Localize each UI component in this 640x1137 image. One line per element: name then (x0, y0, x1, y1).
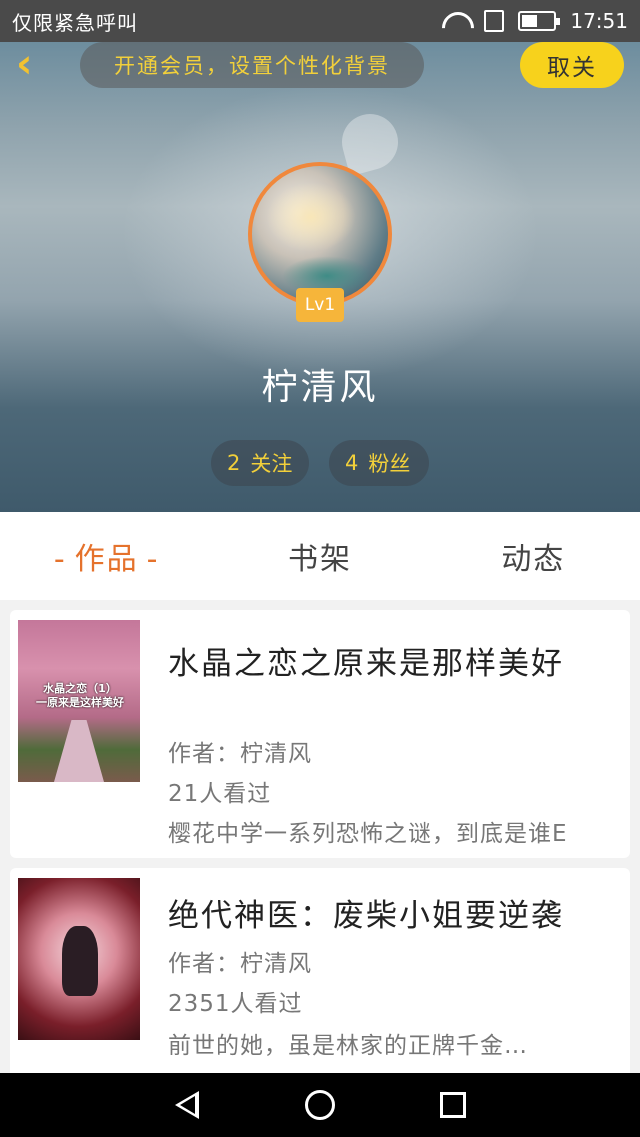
book-title: 水晶之恋之原来是那样美好 (168, 646, 564, 682)
fans-count-button[interactable]: 4 粉丝 (329, 440, 429, 486)
book-author: 作者：柠清风 (168, 741, 312, 767)
carrier-text: 仅限紧急呼叫 (12, 10, 138, 35)
system-nav-bar (0, 1073, 640, 1137)
cover-title-line-1: 水晶之恋（1） (43, 682, 117, 695)
nav-home-button[interactable] (302, 1087, 338, 1123)
book-title: 绝代神医：废柴小姐要逆袭 (168, 898, 564, 934)
vip-banner-button[interactable]: 开通会员，设置个性化背景 (80, 42, 424, 88)
nav-back-button[interactable] (169, 1087, 205, 1123)
book-summary: 前世的她，虽是林家的正牌千金… (168, 1033, 528, 1059)
cover-title-line-2: 一原来是这样美好 (36, 696, 124, 709)
tab-indicator-left: - (53, 542, 67, 577)
book-cover: 水晶之恋（1） 一原来是这样美好 (18, 620, 140, 782)
tab-indicator-right: - (146, 542, 160, 577)
back-triangle-icon (174, 1091, 199, 1119)
cover-path-graphic (54, 720, 104, 782)
book-views: 21人看过 (168, 781, 272, 807)
status-icons: 17:51 (440, 9, 628, 33)
book-cover (18, 878, 140, 1040)
back-button[interactable]: ‹ (16, 44, 56, 84)
nav-recents-button[interactable] (435, 1087, 471, 1123)
book-author: 作者：柠清风 (168, 951, 312, 977)
follow-count-button[interactable]: 2 关注 (211, 440, 309, 486)
battery-fill (522, 15, 538, 27)
level-badge: Lv1 (296, 288, 344, 322)
profile-header: ‹ 开通会员，设置个性化背景 取关 Lv1 柠清风 2 关注 4 粉丝 (0, 42, 640, 512)
wifi-icon (440, 10, 470, 32)
stats-row: 2 关注 4 粉丝 (0, 440, 640, 486)
book-summary: 樱花中学一系列恐怖之谜，到底是谁E (168, 821, 568, 847)
follow-count: 2 (227, 451, 241, 475)
book-list: 水晶之恋（1） 一原来是这样美好 水晶之恋之原来是那样美好 作者：柠清风 21人… (10, 610, 630, 1088)
follow-label: 关注 (250, 452, 293, 476)
fans-count: 4 (345, 451, 359, 475)
tab-activity-label: 动态 (501, 542, 566, 577)
book-views: 2351人看过 (168, 991, 303, 1017)
fans-label: 粉丝 (368, 452, 411, 476)
recents-square-icon (440, 1092, 467, 1118)
tab-bookshelf[interactable]: 书架 (213, 534, 426, 578)
username: 柠清风 (261, 367, 379, 408)
avatar-image-hair (266, 182, 356, 252)
tab-bar: - 作品 - 书架 动态 (0, 512, 640, 600)
book-card[interactable]: 绝代神医：废柴小姐要逆袭 作者：柠清风 2351人看过 前世的她，虽是林家的正牌… (10, 868, 630, 1078)
unfollow-button[interactable]: 取关 (520, 42, 624, 88)
tab-activity[interactable]: 动态 (427, 534, 640, 578)
avatar[interactable] (248, 162, 392, 306)
tab-bookshelf-label: 书架 (287, 542, 352, 577)
cover-title-text: 水晶之恋（1） 一原来是这样美好 (30, 682, 130, 710)
cover-figure-graphic (62, 926, 98, 996)
home-circle-icon (304, 1090, 335, 1120)
battery-icon (518, 11, 561, 31)
tab-works-label: 作品 (74, 542, 139, 577)
status-bar: 仅限紧急呼叫 17:51 (0, 0, 640, 42)
book-card[interactable]: 水晶之恋（1） 一原来是这样美好 水晶之恋之原来是那样美好 作者：柠清风 21人… (10, 610, 630, 858)
chevron-left-icon: ‹ (16, 42, 33, 87)
tab-works[interactable]: - 作品 - (0, 534, 213, 578)
clock: 17:51 (570, 9, 628, 33)
sim-icon (484, 10, 505, 32)
